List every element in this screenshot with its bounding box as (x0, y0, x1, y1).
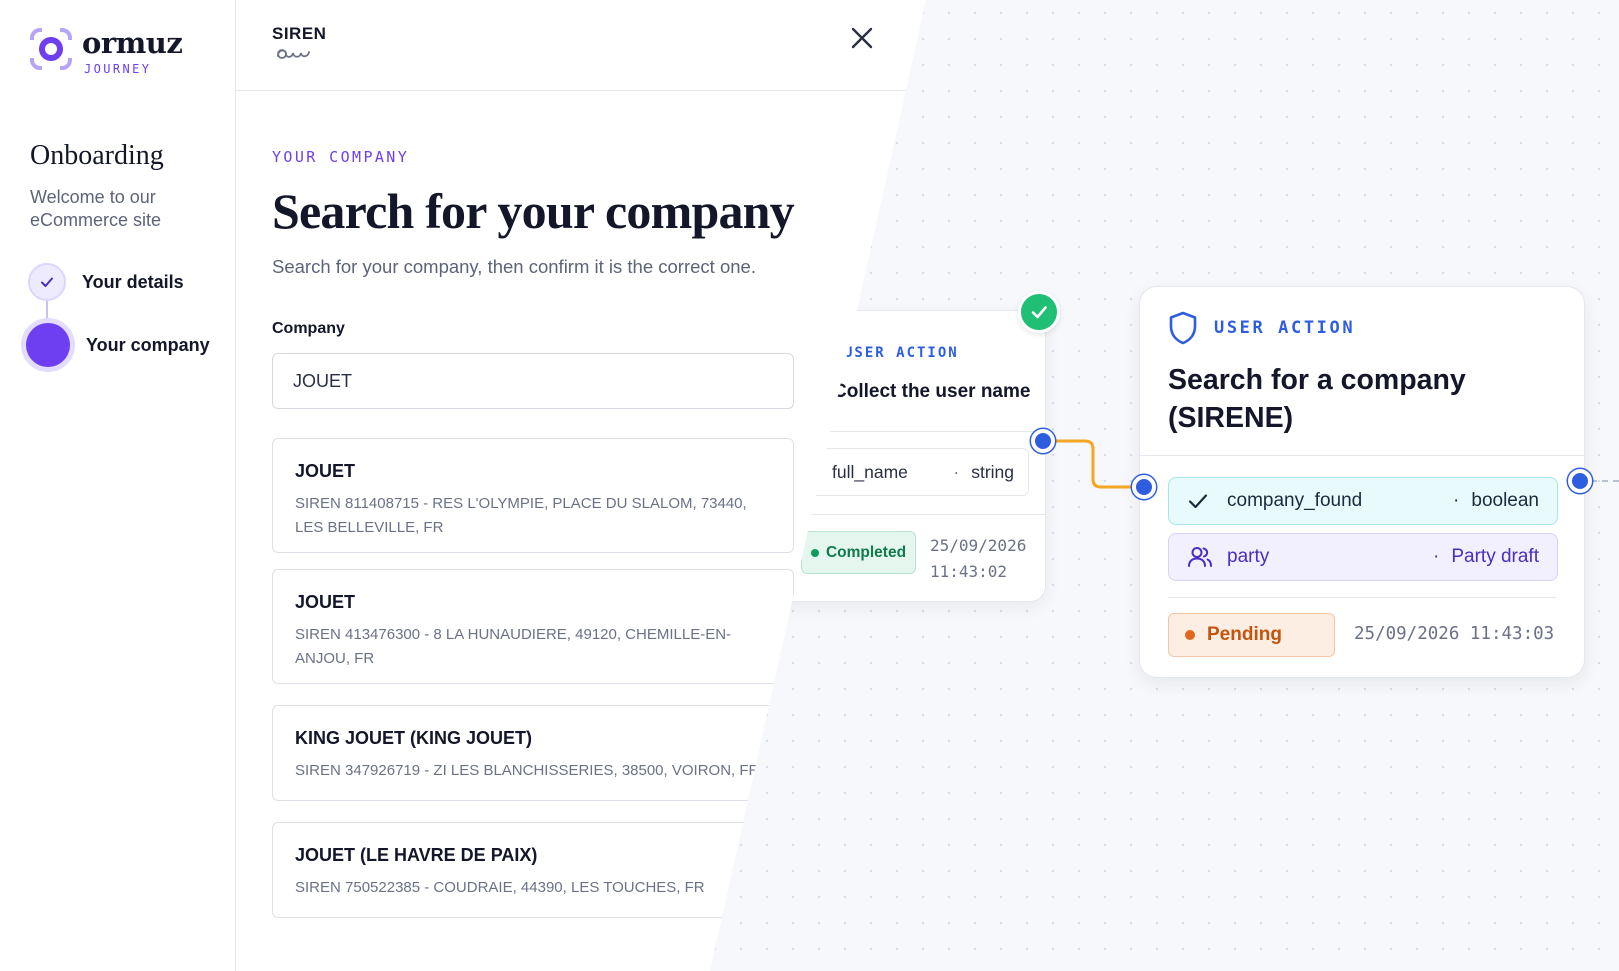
step-done-indicator (28, 263, 66, 301)
node-header: USER ACTION (1168, 311, 1355, 345)
users-icon (1187, 545, 1213, 569)
result-item[interactable]: JOUET SIREN 413476300 - 8 LA HUNAUDIERE,… (272, 569, 794, 684)
ormuz-logo-icon (30, 28, 72, 70)
field-type-wrap: · Party draft (1433, 546, 1539, 568)
node-eyebrow: USER ACTION (1214, 318, 1356, 338)
status-label: Completed (825, 543, 907, 561)
panel-eyebrow: YOUR COMPANY (272, 148, 410, 166)
step-active-indicator (26, 323, 70, 367)
brand-logo[interactable]: ormuz JOURNEY (30, 26, 183, 76)
field-separator: · (953, 461, 960, 482)
result-name: JOUET (295, 592, 356, 612)
step-your-company[interactable]: Your company (26, 323, 210, 367)
close-icon (851, 27, 873, 49)
node-timestamp: 25/09/2026 11:43:03 (1354, 624, 1555, 644)
siren-wave-icon (277, 49, 310, 59)
flow-title: Onboarding (30, 140, 164, 171)
siren-logo: SIREN (272, 24, 326, 60)
field-type: boolean (1471, 490, 1539, 511)
node-title: Collect the user name (833, 381, 1031, 402)
node-divider (801, 431, 1045, 432)
result-name: KING JOUET (KING JOUET) (295, 728, 533, 748)
check-icon (41, 277, 53, 287)
result-name: JOUET (LE HAVRE DE PAIX) (295, 845, 538, 865)
node-title: Search for a company (SIRENE) (1168, 364, 1466, 434)
shield-icon (1169, 311, 1197, 345)
step-label: Your details (82, 271, 184, 292)
result-item[interactable]: JOUET SIREN 811408715 - RES L'OLYMPIE, P… (272, 438, 794, 553)
field-name: party (1227, 546, 1270, 567)
status-badge-pending: Pending (1168, 613, 1335, 657)
status-dot-icon (810, 548, 819, 557)
result-address: SIREN 413476300 - 8 LA HUNAUDIERE, 49120… (295, 626, 732, 667)
node-divider (1168, 597, 1556, 598)
edge-collect-to-search (1045, 439, 1144, 489)
result-name: JOUET (295, 461, 356, 481)
page-description: Search for your company, then confirm it… (272, 256, 756, 277)
node2-output-port[interactable] (1568, 469, 1592, 493)
completed-check-icon (1018, 291, 1060, 333)
flow-subtitle: Welcome to our eCommerce site (30, 187, 162, 230)
check-icon (1187, 490, 1213, 512)
node-divider (1140, 455, 1584, 456)
result-item[interactable]: JOUET (LE HAVRE DE PAIX) SIREN 750522385… (272, 822, 794, 918)
result-address: SIREN 811408715 - RES L'OLYMPIE, PLACE D… (295, 495, 747, 536)
field-type: string (971, 461, 1014, 482)
brand-product: JOURNEY (84, 62, 152, 76)
sidebar: ormuz JOURNEY Onboarding Welcome to our … (0, 0, 236, 971)
close-button[interactable] (846, 22, 878, 54)
company-search-input[interactable] (272, 353, 794, 409)
siren-label: SIREN (272, 24, 327, 43)
company-field-label: Company (272, 320, 345, 337)
field-separator: · (1433, 546, 1440, 567)
page-title: Search for your company (272, 183, 795, 239)
node-output-field: full_name · string (809, 448, 1029, 496)
node-output-company-found: company_found · boolean (1168, 477, 1558, 525)
status-badge-completed: Completed (801, 531, 916, 574)
step-label: Your company (86, 334, 210, 355)
field-name: full_name (832, 461, 908, 482)
field-type-wrap: · string (953, 462, 1014, 483)
brand-name: ormuz (82, 26, 183, 60)
panel-header: SIREN (236, 0, 926, 91)
check-icon (1031, 306, 1047, 319)
field-name: company_found (1227, 490, 1363, 511)
node2-input-port[interactable] (1132, 475, 1156, 499)
status-dot-icon (1185, 630, 1195, 640)
status-label: Pending (1207, 624, 1282, 645)
field-type: Party draft (1451, 546, 1539, 567)
node-search-company[interactable]: USER ACTION Search for a company (SIRENE… (1139, 286, 1585, 678)
field-separator: · (1453, 490, 1460, 511)
node-divider (801, 514, 1045, 515)
node-timestamp: 25/09/2026 11:43:02 (930, 536, 1027, 581)
field-type-wrap: · boolean (1453, 490, 1539, 512)
step-your-details[interactable]: Your details (26, 263, 184, 301)
node-output-party: party · Party draft (1168, 533, 1558, 581)
result-item[interactable]: KING JOUET (KING JOUET) SIREN 347926719 … (272, 705, 794, 801)
node-eyebrow: USER ACTION (844, 345, 959, 361)
result-address: SIREN 347926719 - ZI LES BLANCHISSERIES,… (295, 762, 760, 779)
node1-output-port[interactable] (1031, 429, 1055, 453)
